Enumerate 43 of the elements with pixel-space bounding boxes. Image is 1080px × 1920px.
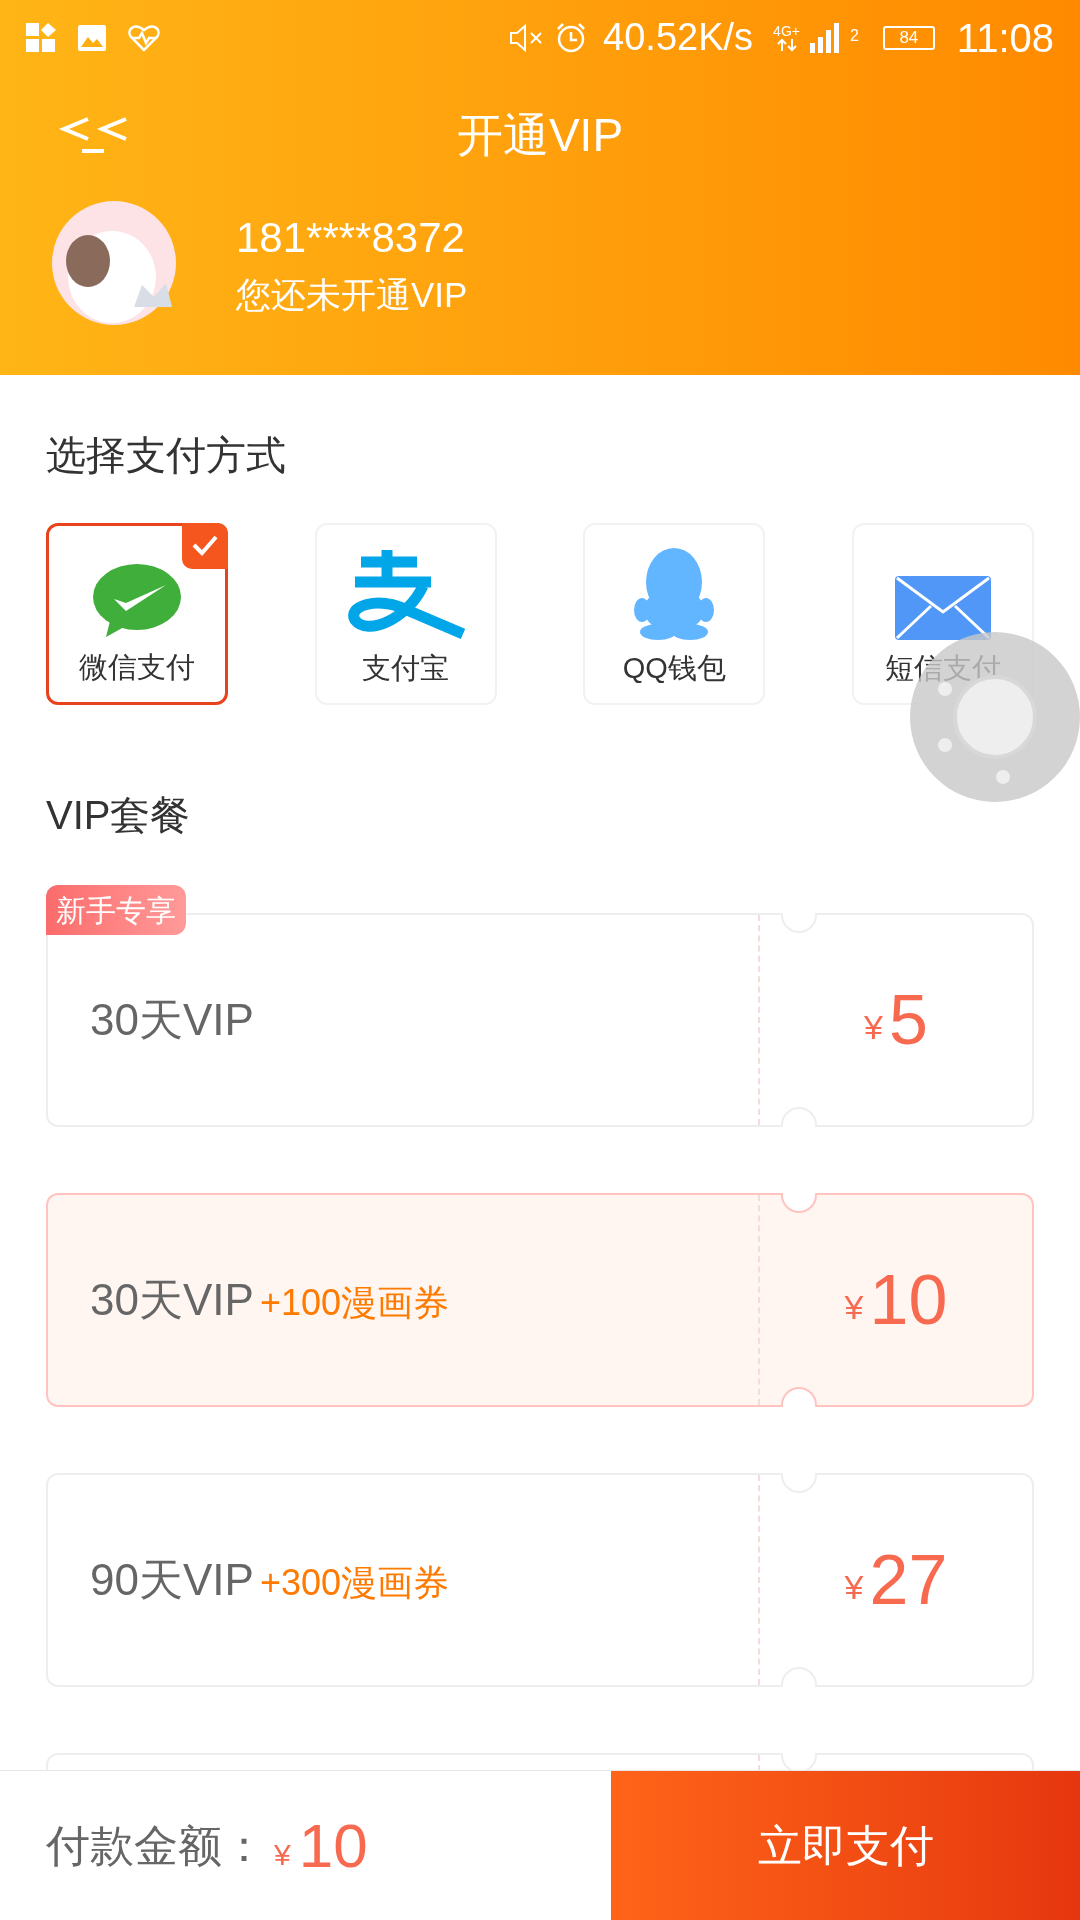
sim-number: 2 — [849, 25, 859, 46]
check-icon — [182, 523, 228, 569]
phone-number: 181****8372 — [236, 216, 466, 259]
heart-rate-icon — [128, 23, 160, 52]
package-name: 30天VIP — [90, 1274, 254, 1326]
package-name: 30天VIP — [90, 994, 254, 1046]
vip-status: 您还未开通VIP — [236, 276, 468, 312]
penguin-icon — [632, 548, 717, 640]
data-arrows-icon — [776, 37, 797, 52]
ticket-notch — [781, 1193, 817, 1213]
package-name: 90天VIP — [90, 1554, 254, 1606]
payment-option[interactable]: QQ钱包 — [583, 523, 766, 705]
ticket-notch — [781, 1387, 817, 1407]
payment-option[interactable]: 微信支付 — [46, 523, 228, 705]
package-card[interactable]: 30天VIP+100漫画券 ¥10 — [46, 1193, 1034, 1407]
section-heading: VIP套餐 — [46, 792, 192, 839]
payment-option[interactable]: 支付宝 — [314, 523, 497, 705]
section-heading: 选择支付方式 — [46, 432, 287, 479]
chat-bubble-icon — [92, 563, 182, 639]
amount-label: 付款金额： — [46, 1819, 266, 1872]
currency-sign: ¥ — [274, 1837, 291, 1873]
bonus-text: +100漫画券 — [259, 1281, 449, 1325]
total-amount: 10 — [298, 1814, 368, 1877]
new-user-badge: 新手专享 — [46, 885, 186, 935]
apps-icon — [26, 22, 56, 53]
package-price: 10 — [869, 1265, 948, 1335]
currency-sign: ¥ — [844, 1286, 864, 1328]
bonus-text: +300漫画券 — [259, 1561, 449, 1605]
alipay-icon — [346, 550, 465, 640]
network-speed: 40.52K/s — [603, 15, 754, 60]
envelope-icon — [894, 576, 991, 640]
page-title: 开通VIP — [456, 107, 624, 163]
package-price: 27 — [869, 1545, 948, 1615]
package-price: 5 — [889, 985, 928, 1055]
clock: 11:08 — [956, 14, 1054, 62]
currency-sign: ¥ — [864, 1006, 883, 1048]
signal-icon — [809, 22, 840, 53]
image-icon — [78, 24, 106, 51]
network-type: 4G+ — [773, 23, 800, 38]
pay-now-button[interactable]: 立即支付 — [611, 1771, 1080, 1920]
package-card[interactable]: 90天VIP+300漫画券 ¥27 — [46, 1473, 1034, 1687]
battery-indicator: 84 — [882, 25, 935, 50]
currency-sign: ¥ — [844, 1566, 864, 1608]
